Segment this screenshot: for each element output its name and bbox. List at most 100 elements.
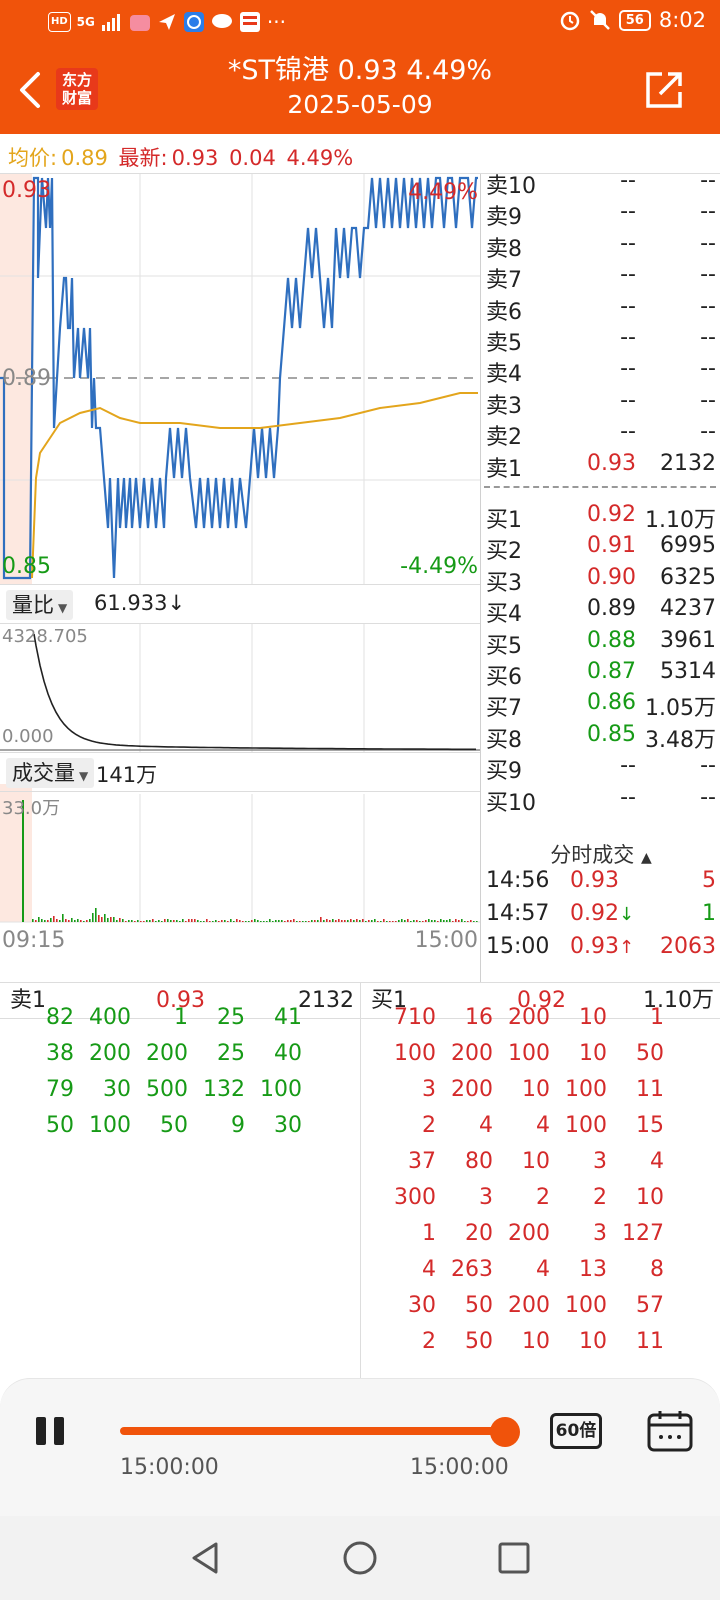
chart-area[interactable]: 0.93 0.89 0.85 4.49% -4.49% 量比 ▼ 61.933↓ … <box>0 174 480 982</box>
clock: 8:02 <box>658 8 706 32</box>
arrow-up-icon: ↑ <box>618 937 635 958</box>
price-high-label: 0.93 <box>2 178 51 203</box>
speed-button[interactable]: 60倍 <box>550 1413 602 1449</box>
sell-level-row[interactable]: 卖9 -- -- <box>482 197 720 231</box>
replay-date[interactable]: 2025-05-09 <box>0 90 720 119</box>
buy-queue-order: 10 <box>522 1329 550 1354</box>
buy-level-row[interactable]: 买5 0.88 3961 <box>482 626 720 659</box>
sell-level-row[interactable]: 卖10 -- -- <box>482 166 720 199</box>
sell-level-volume: -- <box>700 230 716 256</box>
volume-bar <box>170 920 172 922</box>
nav-back-icon[interactable] <box>186 1538 226 1578</box>
browser-icon <box>183 12 204 32</box>
volume-bar <box>194 919 196 922</box>
sell-level-price: -- <box>620 168 636 193</box>
buy-level-price: 0.88 <box>587 627 636 653</box>
sell-level-label: 卖7 <box>486 268 522 294</box>
buy-level-row[interactable]: 买4 0.89 4237 <box>482 594 720 627</box>
sell-level-row[interactable]: 卖5 -- -- <box>482 323 720 356</box>
volume-bar <box>65 919 67 922</box>
volume-bar <box>149 920 151 922</box>
buy-queue-order: 3 <box>593 1221 607 1246</box>
progress-slider[interactable] <box>120 1427 506 1435</box>
progress-handle[interactable] <box>490 1417 520 1447</box>
buy-level-row[interactable]: 买10 -- -- <box>482 783 720 816</box>
volume-bar <box>440 919 442 922</box>
volume-indicator-dropdown[interactable]: 成交量 ▼ <box>6 758 95 788</box>
share-icon[interactable] <box>642 68 686 112</box>
buy-queue-order: 11 <box>636 1077 664 1102</box>
sell-level-row[interactable]: 卖2 -- -- <box>482 417 720 450</box>
buy-level-volume: 3961 <box>660 627 716 653</box>
tick-trade-volume: 5 <box>702 868 716 893</box>
buy-level-row[interactable]: 买3 0.90 6325 <box>482 563 720 596</box>
volume-bar <box>332 919 334 922</box>
sell-level-row[interactable]: 卖4 -- -- <box>482 354 720 388</box>
sell-level-row[interactable]: 卖6 -- -- <box>482 292 720 325</box>
time-end-label: 15:00 <box>414 928 478 953</box>
sell-queue-order: 25 <box>217 1041 245 1066</box>
buy-queue-order: 20 <box>465 1221 493 1246</box>
volume-bar <box>431 920 433 922</box>
buy-level-label: 买9 <box>486 759 522 785</box>
volume-bar <box>419 921 421 922</box>
tick-trade-row: 15:00 0.93↑ 2063 <box>482 932 720 964</box>
buy-level-label: 买6 <box>486 665 522 690</box>
sell-level-volume: -- <box>700 356 716 382</box>
order-book[interactable]: 卖10 -- -- 卖9 -- -- 卖8 -- -- 卖7 -- -- 卖6 -- -- 卖5 -- -- 卖4 -… <box>482 168 720 854</box>
buy-level-row[interactable]: 买9 -- -- <box>482 751 720 785</box>
sell-level-row[interactable]: 卖3 -- -- <box>482 386 720 419</box>
volume-bar <box>299 921 301 922</box>
sell-queue-order: 50 <box>160 1113 188 1138</box>
volume-bar <box>389 921 391 922</box>
volume-bar <box>428 919 430 922</box>
sell-level-row[interactable]: 卖7 -- -- <box>482 260 720 294</box>
nav-recents-icon[interactable] <box>494 1538 534 1578</box>
news-icon <box>239 12 260 32</box>
sell-level-row[interactable]: 卖8 -- -- <box>482 229 720 262</box>
ratio-indicator-dropdown[interactable]: 量比 ▼ <box>6 590 74 620</box>
change-pct: 4.49% <box>286 146 354 170</box>
latest-value: 0.93 <box>171 146 219 170</box>
sell-level-price: -- <box>620 387 636 413</box>
sell-queue-order: 100 <box>89 1113 131 1138</box>
buy-level-row[interactable]: 买6 0.87 5314 <box>482 657 720 690</box>
volume-bar <box>305 921 307 922</box>
sell-level-label: 卖9 <box>486 205 522 231</box>
volume-bar <box>104 914 106 922</box>
sell-queue-order: 30 <box>274 1113 302 1138</box>
sell-level-row[interactable]: 卖1 0.93 2132 <box>482 449 720 482</box>
volume-bar <box>269 919 271 922</box>
sell-queue-order: 400 <box>89 1005 131 1030</box>
sell-level-label: 卖4 <box>486 362 522 388</box>
buy-level-label: 买7 <box>486 696 522 722</box>
buy-level-row[interactable]: 买1 0.92 1.10万 <box>482 500 720 533</box>
volume-bar <box>362 919 364 922</box>
calendar-icon[interactable] <box>646 1409 694 1453</box>
buy-level-row[interactable]: 买2 0.91 6995 <box>482 531 720 564</box>
volume-bar <box>458 920 460 922</box>
alarm-icon <box>560 11 579 31</box>
volume-bar <box>398 920 400 922</box>
tick-trades[interactable]: 分时成交 ▲ 14:56 0.93 5 14:57 0.92↓ 1 15:00 0.93↑ 20… <box>482 836 720 982</box>
pause-button[interactable] <box>34 1415 66 1447</box>
volume-bar <box>410 921 412 922</box>
volume-bar <box>179 921 181 922</box>
volume-bar <box>230 919 232 922</box>
volume-bar <box>470 920 472 922</box>
buy-queue-order: 11 <box>636 1329 664 1354</box>
sell-level-volume: -- <box>700 293 716 319</box>
buy-queue-order: 2 <box>422 1113 436 1138</box>
volume-bar <box>41 919 43 922</box>
volume-bar <box>323 920 325 922</box>
sell-level-label: 卖3 <box>486 393 522 419</box>
nav-home-icon[interactable] <box>340 1538 380 1578</box>
buy-queue-order: 4 <box>479 1113 493 1138</box>
buy-level-row[interactable]: 买7 0.86 1.05万 <box>482 688 720 722</box>
volume-bar <box>131 920 133 922</box>
buy-queue-order: 200 <box>508 1293 550 1318</box>
buy-queue-order: 100 <box>394 1041 436 1066</box>
buy-level-row[interactable]: 买8 0.85 3.48万 <box>482 720 720 753</box>
volume-bar <box>380 921 382 922</box>
volume-bar <box>437 921 439 922</box>
